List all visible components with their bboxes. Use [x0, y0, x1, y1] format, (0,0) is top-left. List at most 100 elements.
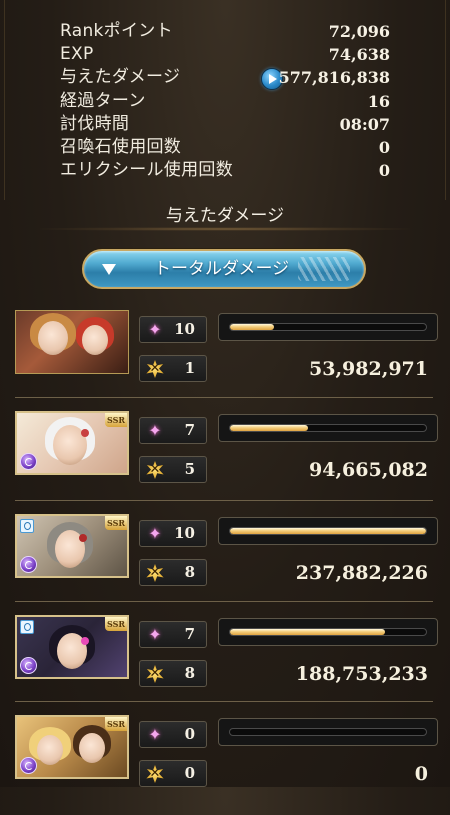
dark-element-icon: [20, 556, 37, 573]
damage-value: 188,753,233: [295, 663, 428, 685]
dark-element-icon: [20, 757, 37, 774]
damage-value: 237,882,226: [295, 562, 428, 584]
ougi-count: 1: [184, 359, 195, 377]
damage-bar-fill: [230, 425, 308, 431]
support-ring-icon: [20, 620, 34, 634]
summary-label: 与えたダメージ: [60, 67, 181, 88]
summary-value: 08:07: [339, 114, 390, 134]
damage-bar: [218, 718, 438, 746]
portrait-face: [37, 735, 63, 765]
character-portrait[interactable]: SSR: [15, 411, 129, 475]
damage-value: 94,665,082: [309, 459, 428, 481]
character-portrait[interactable]: SSR: [15, 715, 129, 779]
section-divider: [40, 227, 410, 231]
damage-bar: [218, 618, 438, 646]
damage-bar-track: [229, 527, 427, 535]
ougi-count-box: ✕ 0: [139, 760, 207, 787]
ougi-count-box: ✕ 8: [139, 660, 207, 687]
charge-attack-count-box: ✦ 7: [139, 417, 207, 444]
damage-bar: [218, 414, 438, 442]
charge-attack-count: 10: [174, 320, 195, 338]
dark-element-icon: [20, 453, 37, 470]
summary-label: EXP: [60, 44, 94, 65]
frame-left: [4, 0, 23, 200]
summary-value: 0: [378, 161, 390, 181]
summary-row-elixir-uses: エリクシール使用回数 0: [60, 159, 390, 182]
row-divider: [15, 397, 433, 398]
ssr-rarity-icon: SSR: [105, 516, 127, 530]
charge-attack-count-box: ✦ 10: [139, 520, 207, 547]
character-portrait[interactable]: SSR: [15, 615, 129, 679]
ougi-count: 5: [184, 460, 195, 478]
decorative-pattern: [298, 257, 350, 281]
character-row: SSR ✦ 7 ✕ 8 188,753,233: [0, 615, 450, 715]
summary-row-rank-points: Rankポイント 72,096: [60, 20, 390, 43]
summary-row-damage: 与えたダメージ 577,816,838: [60, 66, 390, 91]
charge-attack-count-box: ✦ 10: [139, 316, 207, 343]
sparkle-icon: ✦: [148, 524, 162, 543]
row-divider: [15, 601, 433, 602]
sparkle-icon: ✦: [148, 421, 162, 440]
summary-label: エリクシール使用回数: [60, 160, 233, 181]
summary-row-turns: 経過ターン 16: [60, 90, 390, 113]
ougi-count: 8: [184, 563, 195, 581]
portrait-face: [82, 325, 108, 355]
summary-row-exp: EXP 74,638: [60, 43, 390, 66]
damage-value: 0: [414, 763, 428, 785]
summary-value: 0: [378, 137, 390, 157]
damage-value: 53,982,971: [309, 358, 428, 380]
ougi-count: 0: [184, 764, 195, 782]
ougi-burst-icon: ✕: [146, 665, 164, 683]
sparkle-icon: ✦: [148, 625, 162, 644]
damage-bar: [218, 517, 438, 545]
damage-bar-fill: [230, 528, 426, 534]
support-ring-icon: [20, 519, 34, 533]
ssr-rarity-icon: SSR: [105, 617, 127, 631]
portrait-accessory: [81, 637, 89, 645]
character-row: SSR ✦ 7 ✕ 5 94,665,082: [0, 411, 450, 511]
character-row: SSR ✦ 0 ✕ 0 0: [0, 715, 450, 815]
ssr-rarity-icon: SSR: [105, 717, 127, 731]
summary-value: 577,816,838: [278, 68, 390, 88]
ougi-count: 8: [184, 664, 195, 682]
charge-attack-count-box: ✦ 0: [139, 721, 207, 748]
ougi-burst-icon: ✕: [146, 564, 164, 582]
ougi-burst-icon: ✕: [146, 765, 164, 783]
character-portrait[interactable]: [15, 310, 129, 374]
dropdown-arrow-icon: [102, 264, 116, 275]
ougi-count-box: ✕ 1: [139, 355, 207, 382]
charge-attack-count: 7: [184, 625, 195, 643]
damage-bar-track: [229, 628, 427, 636]
ougi-count-box: ✕ 5: [139, 456, 207, 483]
damage-bar-track: [229, 424, 427, 432]
charge-attack-count: 10: [174, 524, 195, 542]
character-row: SSR ✦ 10 ✕ 8 237,882,226: [0, 514, 450, 614]
damage-bar-fill: [230, 324, 275, 330]
row-divider: [15, 500, 433, 501]
character-portrait[interactable]: SSR: [15, 514, 129, 578]
summary-label: 討伐時間: [60, 113, 130, 134]
summary-value: 16: [367, 91, 390, 111]
charge-attack-count: 0: [184, 725, 195, 743]
ougi-count-box: ✕ 8: [139, 559, 207, 586]
summary-value: 74,638: [328, 45, 390, 65]
character-row: ✦ 10 ✕ 1 53,982,971: [0, 310, 450, 410]
sparkle-icon: ✦: [148, 320, 162, 339]
damage-type-dropdown[interactable]: トータルダメージ: [82, 249, 366, 289]
charge-attack-count: 7: [184, 421, 195, 439]
summary-row-summon-uses: 召喚石使用回数 0: [60, 136, 390, 159]
summary-value: 72,096: [328, 22, 390, 41]
ougi-burst-icon: ✕: [146, 360, 164, 378]
frame-right: [427, 0, 446, 200]
portrait-face: [79, 733, 105, 763]
dropdown-label: トータルダメージ: [154, 259, 290, 279]
summary-label: 召喚石使用回数: [60, 136, 182, 157]
damage-bar-track: [229, 323, 427, 331]
summary-label: Rankポイント: [60, 21, 173, 41]
summary-row-time: 討伐時間 08:07: [60, 113, 390, 136]
row-divider: [15, 701, 433, 702]
portrait-accessory: [79, 534, 87, 542]
ssr-rarity-icon: SSR: [105, 413, 127, 427]
charge-attack-count-box: ✦ 7: [139, 621, 207, 648]
battle-summary: Rankポイント 72,096 EXP 74,638 与えたダメージ 577,8…: [60, 20, 390, 182]
